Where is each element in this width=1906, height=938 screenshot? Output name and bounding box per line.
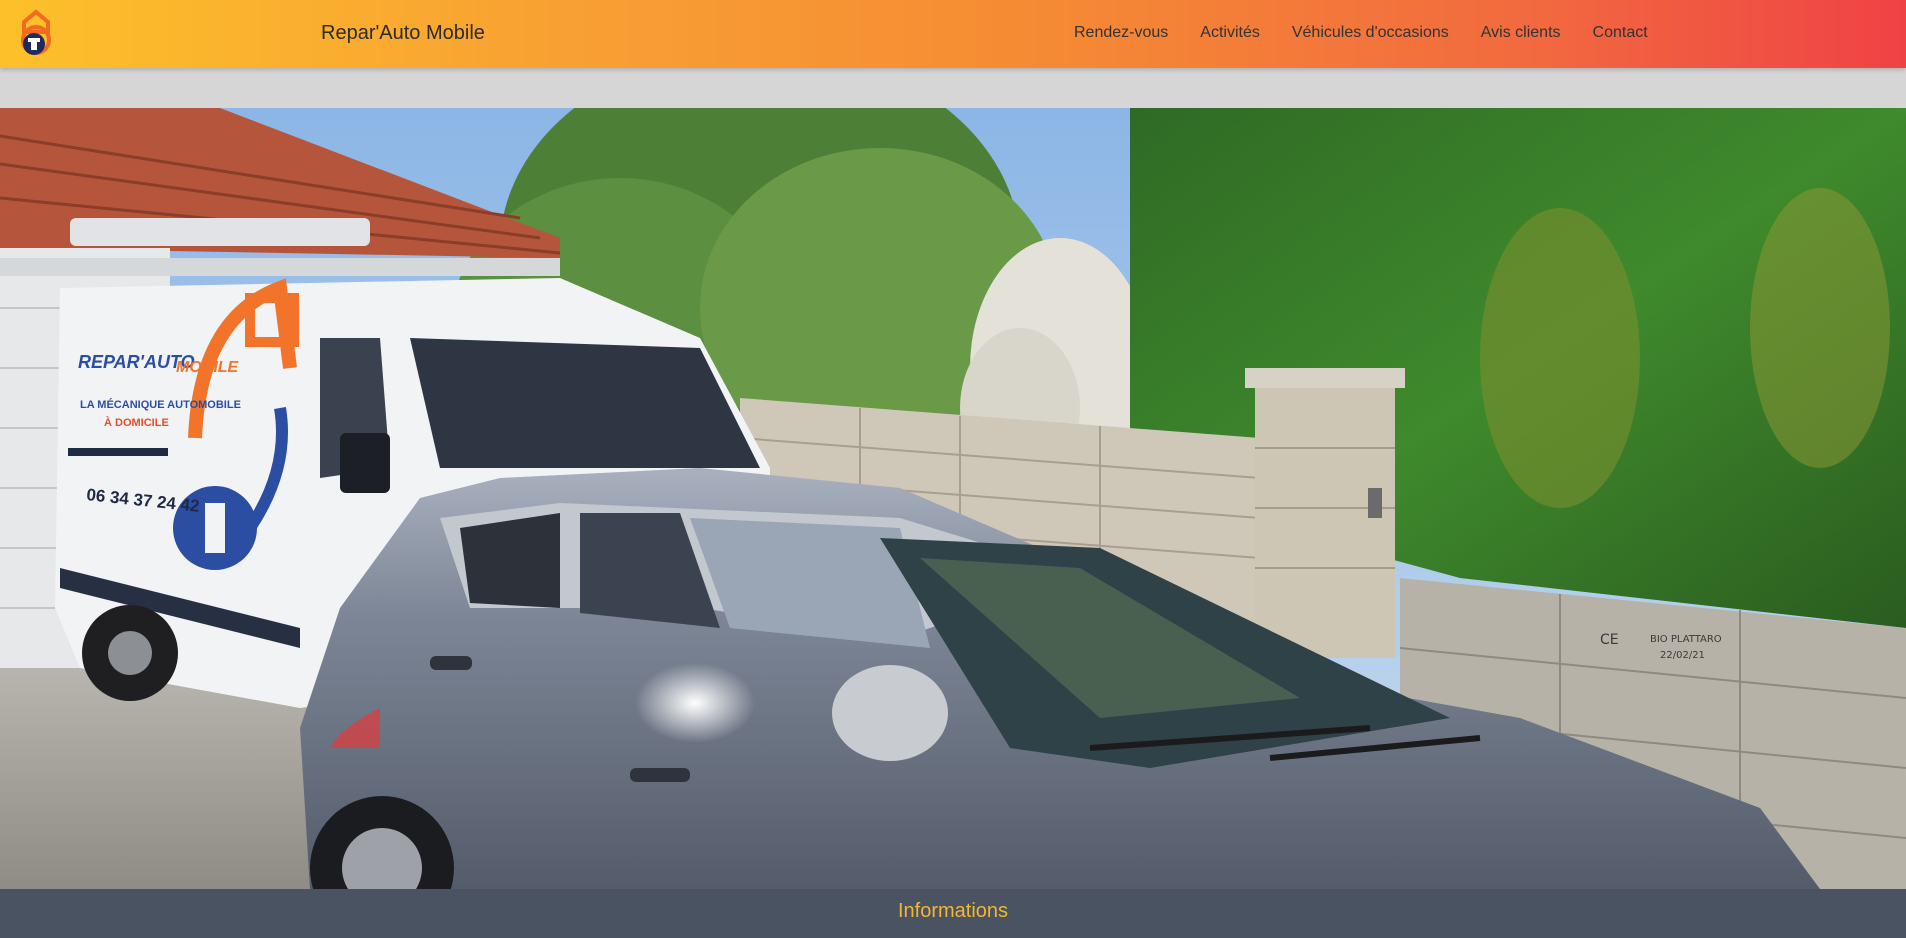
top-navbar: Repar'Auto Mobile Rendez-vous Activités …	[0, 0, 1906, 68]
nav-vehicules-occasions[interactable]: Véhicules d'occasions	[1292, 24, 1449, 42]
nav-activites[interactable]: Activités	[1200, 24, 1260, 42]
van-tagline-2: À DOMICILE	[104, 416, 169, 429]
wall-stamp-2: BIO PLATTARO	[1650, 634, 1722, 645]
information-bar: Informations	[0, 889, 1906, 938]
nav-avis-clients[interactable]: Avis clients	[1481, 24, 1561, 42]
header-spacer	[0, 68, 1906, 108]
information-title: Informations	[897, 900, 1009, 922]
brand-title[interactable]: Repar'Auto Mobile	[321, 22, 485, 45]
wall-stamp-1: CE	[1600, 632, 1619, 648]
hero-image: CE BIO PLATTARO 22/02/21 REPAR'AUTO MOBI…	[0, 108, 1906, 889]
wrench-house-logo-icon[interactable]	[14, 8, 58, 60]
van-brand-line2: MOBILE	[176, 359, 240, 376]
main-nav: Rendez-vous Activités Véhicules d'occasi…	[1074, 24, 1680, 42]
van-tagline-1: LA MÉCANIQUE AUTOMOBILE	[80, 398, 241, 411]
nav-contact[interactable]: Contact	[1593, 24, 1648, 42]
wall-stamp-3: 22/02/21	[1660, 650, 1705, 661]
nav-rendez-vous[interactable]: Rendez-vous	[1074, 24, 1168, 42]
